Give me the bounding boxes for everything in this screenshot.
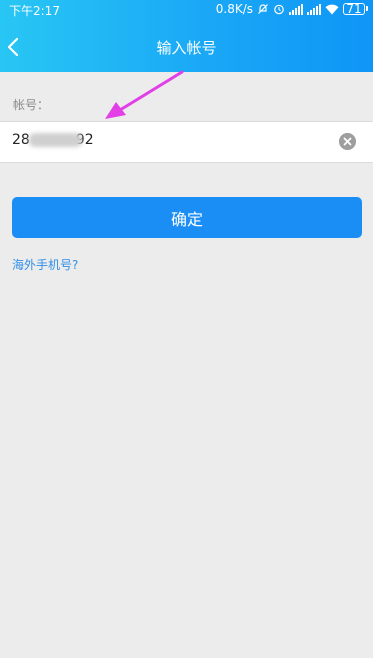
signal-icon (289, 3, 303, 15)
account-input[interactable]: 28 92 (0, 121, 373, 163)
network-speed: 0.8K/s (215, 2, 253, 16)
clear-icon[interactable] (339, 133, 356, 150)
battery-level: 71 (346, 2, 362, 16)
status-bar: 下午2:17 0.8K/s 71 (0, 0, 373, 20)
status-time: 下午2:17 (9, 4, 60, 18)
annotation-arrow (105, 70, 184, 119)
overseas-phone-link[interactable]: 海外手机号? (12, 256, 78, 273)
alarm-clock-icon (274, 4, 284, 15)
account-prefix: 28 (12, 132, 30, 148)
signal-icon-2 (307, 3, 321, 15)
account-label: 帐号： (13, 98, 50, 112)
redaction-mask (29, 133, 82, 147)
header-bar: 下午2:17 0.8K/s 71 输入帐号 (0, 0, 373, 72)
mute-bell-icon (258, 4, 268, 14)
status-icons: 0.8K/s 71 (215, 2, 368, 16)
page-title: 输入帐号 (156, 39, 217, 57)
battery-icon: 71 (343, 2, 368, 16)
wifi-icon (325, 4, 339, 14)
confirm-button[interactable]: 确定 (12, 197, 362, 238)
